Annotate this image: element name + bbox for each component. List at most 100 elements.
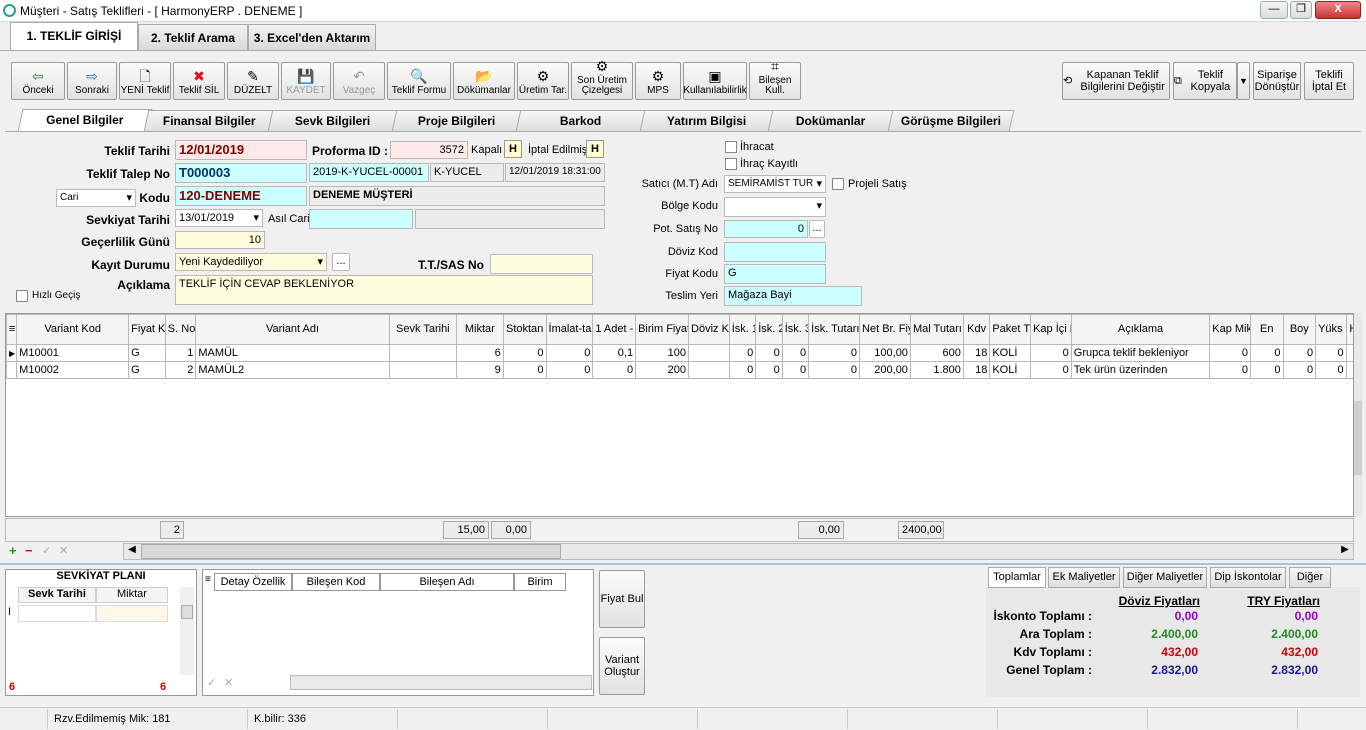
tab-barkod[interactable]: Barkod	[515, 110, 647, 131]
aciklama-field[interactable]: TEKLİF İÇİN CEVAP BEKLENİYOR	[175, 275, 593, 305]
table-cell[interactable]: 0	[1030, 344, 1072, 362]
delete-offer-button[interactable]: ✖ Teklif SİL	[173, 62, 225, 100]
column-header[interactable]: H	[1345, 314, 1353, 345]
column-header[interactable]: S. No	[164, 314, 197, 345]
column-header[interactable]: Variant Kod	[16, 314, 130, 345]
column-header[interactable]: Paket Tipi	[989, 314, 1032, 345]
table-cell[interactable]: 18	[962, 361, 991, 379]
column-header[interactable]: Miktar	[455, 314, 504, 345]
bilesen-check-icon[interactable]: ✓	[207, 676, 216, 689]
items-grid[interactable]: ≡Variant KodFiyat KoduS. NoVariant AdıSe…	[5, 313, 1354, 517]
documents-button[interactable]: 📂 Dökümanlar	[453, 62, 515, 100]
bolge-select[interactable]	[724, 197, 826, 217]
table-cell[interactable]	[1345, 344, 1353, 362]
h-scroll-thumb[interactable]	[141, 544, 561, 559]
column-header[interactable]: 1 Adet - KG	[592, 314, 637, 345]
component-usage-button[interactable]: ⌗ Bileşen Kull.	[749, 59, 801, 100]
table-row[interactable]: ▶ M10001 G 1 MAMÜL 6 0 0 0,1 100 0 0 0 0 100,00 600 18 KO…	[6, 344, 1353, 362]
kayit-select[interactable]: Yeni Kaydediliyor	[175, 253, 327, 271]
column-header[interactable]: İsk. 3	[781, 314, 810, 345]
table-cell[interactable]: 0	[1282, 344, 1317, 362]
table-cell[interactable]: 0	[1209, 344, 1251, 362]
table-cell[interactable]: 600	[909, 344, 964, 362]
tab-dokumanlar[interactable]: Dokümanlar	[767, 110, 895, 131]
mps-button[interactable]: ⚙ MPS	[635, 62, 681, 100]
proforma-field[interactable]: 3572	[390, 141, 468, 159]
table-cell[interactable]	[1345, 361, 1353, 379]
table-cell[interactable]: 18	[962, 344, 991, 362]
tab-ek-maliyetler[interactable]: Ek Maliyetler	[1048, 567, 1120, 588]
closed-offer-change-button[interactable]: ⟲ Kapanan Teklif Bilgilerini Değiştir	[1062, 62, 1170, 100]
tab-toplamlar[interactable]: Toplamlar	[988, 567, 1046, 588]
table-cell[interactable]: 0	[781, 344, 810, 362]
tab-gorusme-bilgileri[interactable]: Görüşme Bilgileri	[887, 110, 1015, 131]
table-cell[interactable]: G	[128, 361, 166, 379]
teklif-tarihi-field[interactable]: 12/01/2019	[175, 140, 307, 160]
copy-offer-button[interactable]: ⧉ Teklif Kopyala	[1173, 62, 1237, 100]
column-header[interactable]: Mal Tutarı	[909, 314, 964, 345]
table-cell[interactable]: 0	[592, 361, 637, 379]
table-cell[interactable]: 200	[635, 361, 690, 379]
table-cell[interactable]: MAMÜL	[195, 344, 390, 362]
tab-finansal-bilgiler[interactable]: Finansal Bilgiler	[143, 110, 275, 131]
miktar-cell[interactable]	[96, 605, 168, 622]
table-cell[interactable]: 200,00	[859, 361, 911, 379]
table-cell[interactable]: 0	[545, 361, 594, 379]
table-cell[interactable]: MAMÜL2	[195, 361, 390, 379]
table-cell[interactable]: 0	[728, 361, 757, 379]
tab-yatirim-bilgisi[interactable]: Yatırım Bilgisi	[639, 110, 775, 131]
new-offer-button[interactable]: 🗋 YENİ Teklif	[119, 62, 171, 100]
doviz-field[interactable]	[724, 242, 826, 262]
column-header[interactable]: Sevk Tarihi	[388, 314, 457, 345]
tab-sevk-bilgileri[interactable]: Sevk Bilgileri	[267, 110, 399, 131]
kayit-more-button[interactable]: ...	[332, 253, 350, 271]
cancel-offer-button[interactable]: Teklifi İptal Et	[1304, 62, 1354, 100]
column-header[interactable]: Stoktan	[502, 314, 547, 345]
sevk-tarihi-cell[interactable]	[18, 605, 96, 622]
sevk-date-picker[interactable]: 13/01/2019	[175, 209, 263, 227]
satici-select[interactable]: SEMİRAMİST TUR	[724, 175, 826, 193]
maximize-button[interactable]: ❐	[1290, 1, 1312, 19]
table-cell[interactable]: G	[128, 344, 166, 362]
table-cell[interactable]: 0	[755, 344, 783, 362]
scroll-right-icon[interactable]: ▶	[1337, 544, 1353, 559]
tab-proje-bilgileri[interactable]: Proje Bilgileri	[391, 110, 523, 131]
cancel-button[interactable]: ↶ Vazgeç	[333, 62, 385, 100]
talep-code-field[interactable]: 2019-K-YUCEL-00001	[309, 163, 429, 182]
sevkiyat-scrollbar[interactable]	[180, 587, 194, 675]
talep-field[interactable]: T000003	[175, 163, 307, 183]
table-cell[interactable]: 1	[164, 344, 197, 362]
table-cell[interactable]: 0	[1209, 361, 1251, 379]
grid-menu-icon[interactable]: ≡	[6, 314, 18, 345]
table-cell[interactable]: 100	[635, 344, 690, 362]
table-cell[interactable]	[388, 361, 457, 379]
table-cell[interactable]: 0	[781, 361, 810, 379]
tt-field[interactable]	[490, 254, 593, 274]
production-date-button[interactable]: ⚙ Üretim Tar.	[517, 62, 569, 100]
pot-field[interactable]: 0	[724, 220, 808, 238]
gecerlilik-field[interactable]: 10	[175, 231, 265, 249]
availability-button[interactable]: ▣ Kullanılabilirlik	[683, 62, 747, 100]
table-cell[interactable]: 0	[1315, 344, 1347, 362]
projeli-satis-checkbox[interactable]	[832, 178, 844, 190]
column-header[interactable]: Birim Fiyat	[635, 314, 690, 345]
table-cell[interactable]: 0	[808, 344, 861, 362]
tab-diger[interactable]: Diğer	[1289, 567, 1331, 588]
table-cell[interactable]: 0	[808, 361, 861, 379]
delete-row-icon[interactable]: −	[25, 543, 33, 558]
table-cell[interactable]: KOLİ	[989, 344, 1032, 362]
ihracat-checkbox[interactable]	[725, 141, 737, 153]
check-icon[interactable]: ✓	[42, 544, 51, 557]
table-cell[interactable]: 0	[728, 344, 757, 362]
tab-genel-bilgiler[interactable]: Genel Bilgiler	[17, 109, 153, 132]
fiyat-bul-button[interactable]: Fiyat Bul	[599, 570, 645, 628]
table-cell[interactable]: 1.800	[909, 361, 964, 379]
table-cell[interactable]: KOLİ	[989, 361, 1032, 379]
sevkiyat-scroll-thumb[interactable]	[181, 605, 193, 619]
close-button[interactable]: X	[1315, 1, 1361, 19]
offer-form-button[interactable]: 🔍 Teklif Formu	[387, 62, 451, 100]
tab-excel-aktarim[interactable]: 3. Excel'den Aktarım	[248, 24, 376, 50]
scroll-left-icon[interactable]: ◀	[124, 544, 140, 559]
column-header[interactable]: İsk. 1	[728, 314, 757, 345]
previous-button[interactable]: ⇦ Önceki	[11, 62, 65, 100]
